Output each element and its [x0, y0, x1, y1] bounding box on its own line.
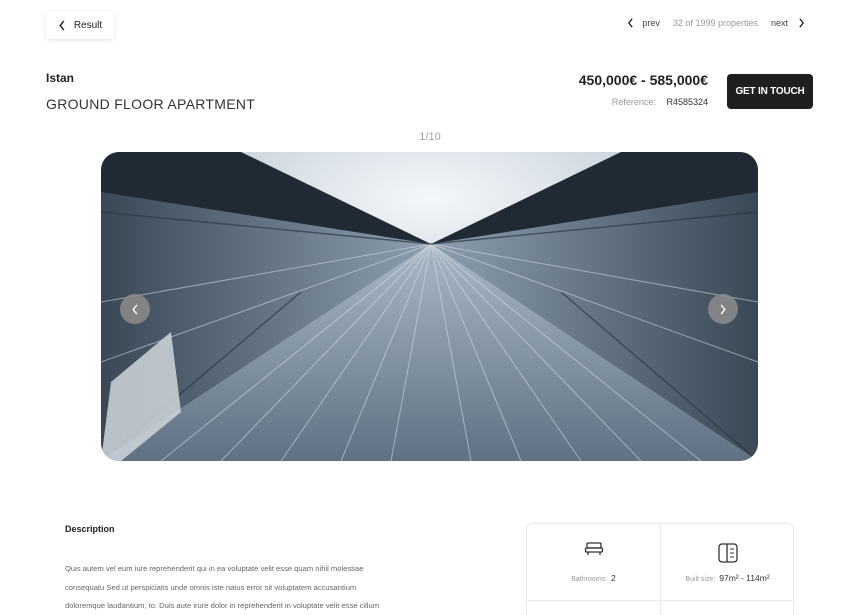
fact-value: 2	[611, 573, 616, 583]
back-to-results-label: Result	[73, 19, 103, 31]
property-gallery	[101, 152, 758, 461]
property-reference: Reference: R4585324	[612, 97, 708, 107]
property-location: Istan	[46, 71, 75, 85]
gallery-next-button[interactable]	[708, 294, 738, 324]
reference-value: R4585324	[666, 97, 708, 107]
chevron-right-icon[interactable]	[798, 18, 805, 28]
property-count: 32 of 1999 properties	[672, 18, 758, 28]
property-facts: Bathrooms: 2 Built size: 97m² - 114m²	[526, 523, 794, 615]
next-property-link[interactable]: next	[771, 18, 788, 28]
description-text: Quis autem vel eum iure reprehenderit qu…	[65, 560, 495, 615]
chevron-right-icon	[720, 303, 726, 315]
door-icon	[717, 543, 738, 563]
fact-label: Built size:	[685, 576, 716, 583]
fact-value: 97m² - 114m²	[719, 573, 770, 583]
description-line: doloremque laudantium, to. Duis aute iru…	[65, 601, 380, 610]
property-price: 450,000€ - 585,000€	[578, 72, 708, 88]
reference-label: Reference:	[611, 97, 656, 107]
description-line: consequatu Sed ut perspiciatis unde omni…	[65, 582, 357, 592]
description-title: Description	[65, 524, 115, 534]
property-type: GROUND FLOOR APARTMENT	[46, 96, 256, 112]
property-pager: prev 32 of 1999 properties next	[627, 18, 805, 28]
prev-property-link[interactable]: prev	[642, 18, 660, 28]
fact-bathrooms: Bathrooms: 2	[527, 524, 660, 600]
chevron-left-icon[interactable]	[627, 18, 634, 28]
bathtub-icon	[584, 542, 603, 555]
property-photo	[101, 152, 758, 461]
back-to-results-button[interactable]: Result	[46, 11, 114, 39]
fact-built-size: Built size: 97m² - 114m²	[661, 524, 793, 600]
gallery-prev-button[interactable]	[120, 294, 150, 324]
chevron-left-icon	[132, 303, 138, 315]
facts-divider	[527, 600, 793, 601]
gallery-counter: 1/10	[419, 131, 441, 143]
get-in-touch-button[interactable]: GET IN TOUCH	[727, 74, 813, 109]
description-line: Quis autem vel eum iure reprehenderit qu…	[65, 564, 364, 573]
chevron-left-icon	[59, 19, 65, 31]
fact-label: Bathrooms:	[571, 576, 608, 583]
